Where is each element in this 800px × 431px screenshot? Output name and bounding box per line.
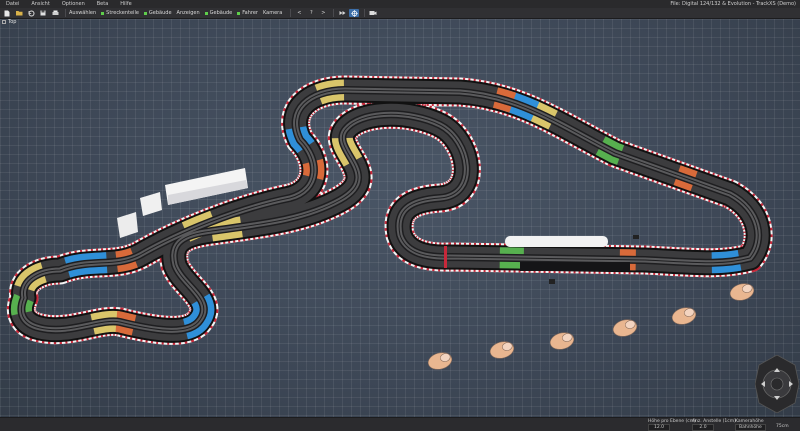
tool-buildings-label: Gebäude [148,10,172,16]
track-viewport[interactable]: Top [0,19,800,417]
tool-select-label: Auswählen [69,10,97,16]
tool-show[interactable]: Anzeigen [177,10,200,16]
toolbar-separator [65,9,66,17]
tool-camera-label: Kamera [262,10,283,16]
track-layout [0,19,800,417]
toolbar-separator [333,9,335,17]
toolbar: Auswählen Streckenteile Gebäude Anzeigen… [0,8,800,19]
toolbar-separator [364,9,366,17]
select-crosshair-icon[interactable] [349,9,360,17]
grandstand-main [505,236,608,247]
tool-buildings-2[interactable]: Gebäude [204,10,233,16]
new-icon[interactable] [2,9,12,17]
tool-track-pieces[interactable]: Streckenteile [101,10,139,16]
camera-height: Kamerahöhe Bahnhöhe [735,419,766,431]
height-per-level: Höhe pro Ebene (cm) 12.0 [648,419,696,431]
track-border [21,90,758,330]
status-bar: Höhe pro Ebene (cm) 12.0 Anz. Anstelle (… [0,417,800,431]
tool-track-pieces-label: Streckenteile [106,10,139,16]
camera-icon[interactable] [368,9,378,17]
menu-view[interactable]: Ansicht [25,0,55,8]
zoom-level: 75cm [776,424,789,429]
prev-button[interactable]: < [294,9,304,17]
green-dot-icon [143,11,147,15]
green-dot-icon [101,11,105,15]
tool-show-label: Anzeigen [176,10,200,16]
print-icon[interactable] [50,9,60,17]
tool-driver-label: Fahrer [242,10,258,16]
start-finish-line [444,246,447,268]
num-supports: Anz. Anstelle (1cm) 2.0 [692,419,736,431]
marshal-post [633,235,639,239]
green-dot-icon [237,11,241,15]
zoom-value: 75cm [776,424,789,429]
help-button[interactable]: ? [306,9,316,17]
camera-post [549,279,555,284]
green-dot-icon [204,11,208,15]
menu-options[interactable]: Optionen [56,0,91,8]
window-title: File: Digital 124/132 & Evolution - Trac… [670,1,796,7]
tool-camera[interactable]: Kamera [263,10,282,16]
tool-buildings[interactable]: Gebäude [143,10,172,16]
undo-icon[interactable] [26,9,36,17]
toolbar-separator [290,9,292,17]
pit-building [520,262,630,271]
save-icon[interactable] [38,9,48,17]
open-icon[interactable] [14,9,24,17]
camera-navigation-wheel[interactable] [755,355,799,413]
menu-file[interactable]: Datei [0,0,25,8]
next-button[interactable]: > [318,9,328,17]
zoom-in-icon[interactable] [337,9,347,17]
tool-driver[interactable]: Fahrer [237,10,258,16]
tool-select[interactable]: Auswählen [69,10,96,16]
menu-help[interactable]: Hilfe [114,0,137,8]
tool-buildings-2-label: Gebäude [209,10,233,16]
menu-beta[interactable]: Beta [91,0,115,8]
